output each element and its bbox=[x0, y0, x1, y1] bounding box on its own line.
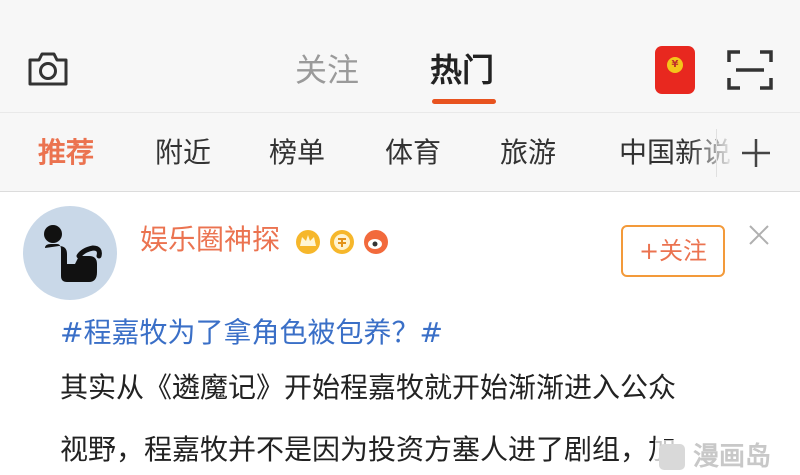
coin-icon: ¥ bbox=[667, 57, 683, 73]
plus-icon[interactable] bbox=[738, 133, 774, 173]
category-sports[interactable]: 体育 bbox=[385, 133, 441, 173]
category-nearby[interactable]: 附近 bbox=[155, 133, 211, 173]
post-text-line-1: 其实从《遴魔记》开始程嘉牧就开始渐渐进入公众 bbox=[60, 371, 677, 404]
red-packet-icon[interactable]: ¥ bbox=[655, 46, 695, 94]
tab-hot[interactable]: 热门 bbox=[430, 48, 494, 92]
post-text-line-2: 视野，程嘉牧并不是因为投资方塞人进了剧组，加 bbox=[60, 433, 677, 466]
member-badge-icon bbox=[330, 230, 354, 254]
close-icon[interactable] bbox=[746, 222, 772, 248]
avatar[interactable] bbox=[23, 206, 117, 300]
top-header: 关注 热门 ¥ bbox=[0, 0, 800, 112]
category-travel[interactable]: 旅游 bbox=[500, 133, 556, 173]
post-card[interactable]: 娱乐圈神探 +关注 #程嘉牧为了拿角色被包养？# 其实从《遴魔记》开始程嘉牧就开… bbox=[0, 192, 800, 475]
weibo-badge-icon bbox=[364, 230, 388, 254]
watermark: 漫画岛 bbox=[655, 440, 800, 475]
watermark-logo-icon bbox=[659, 444, 685, 470]
watermark-text: 漫画岛 bbox=[693, 442, 772, 472]
crown-badge-icon bbox=[296, 230, 320, 254]
category-recommend[interactable]: 推荐 bbox=[38, 133, 94, 173]
follow-button[interactable]: +关注 bbox=[621, 225, 725, 277]
username[interactable]: 娱乐圈神探 bbox=[140, 220, 280, 260]
category-ranking[interactable]: 榜单 bbox=[269, 133, 325, 173]
active-tab-indicator bbox=[432, 99, 496, 104]
category-divider bbox=[716, 129, 717, 177]
scan-icon[interactable] bbox=[726, 48, 774, 92]
avatar-figure-icon bbox=[44, 225, 102, 282]
category-bar: 推荐 附近 榜单 体育 旅游 中国新说 bbox=[0, 112, 800, 192]
user-badges bbox=[296, 230, 388, 254]
tab-follow[interactable]: 关注 bbox=[295, 48, 359, 92]
camera-icon[interactable] bbox=[26, 50, 70, 88]
category-fade bbox=[690, 113, 740, 191]
post-hashtag[interactable]: #程嘉牧为了拿角色被包养？# bbox=[60, 312, 443, 354]
